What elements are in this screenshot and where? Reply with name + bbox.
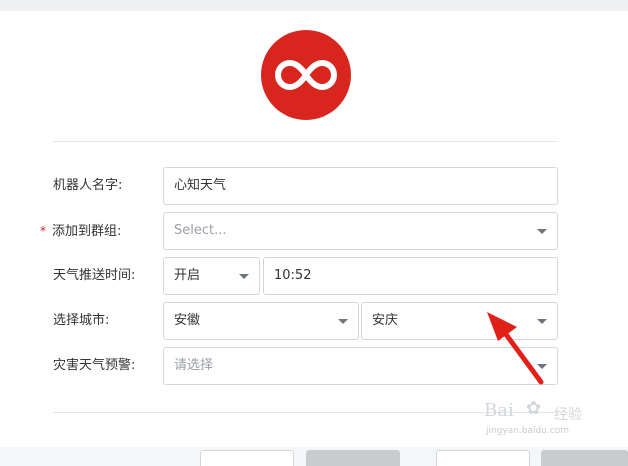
chevron-down-icon: [338, 319, 348, 324]
chevron-down-icon: [537, 364, 547, 369]
infinity-logo-icon: [261, 30, 351, 120]
province-select[interactable]: 安徽: [163, 302, 359, 340]
push-time-label: 天气推送时间:: [53, 268, 136, 283]
footer-button-4[interactable]: [541, 450, 628, 466]
push-time-input[interactable]: 10:52: [263, 257, 558, 295]
chevron-down-icon: [537, 319, 547, 324]
disaster-alert-label: 灾害天气预警:: [53, 358, 136, 373]
city-value: 安庆: [372, 313, 399, 328]
disaster-alert-select[interactable]: 请选择: [163, 347, 558, 385]
disaster-alert-placeholder: 请选择: [174, 358, 214, 373]
push-switch-value: 开启: [174, 268, 201, 283]
add-to-group-label: * 添加到群组:: [40, 221, 121, 241]
chevron-down-icon: [537, 229, 547, 234]
top-strip: [0, 0, 628, 11]
robot-name-label: 机器人名字:: [53, 178, 123, 193]
city-label: 选择城市:: [53, 313, 110, 328]
chevron-down-icon: [239, 274, 249, 279]
required-mark: *: [40, 224, 46, 238]
divider-top: [53, 141, 558, 142]
watermark-url: jingyan.baidu.com: [486, 426, 570, 436]
city-select[interactable]: 安庆: [361, 302, 558, 340]
divider-bottom: [53, 412, 558, 413]
group-select[interactable]: Select...: [163, 212, 558, 250]
province-value: 安徽: [174, 313, 201, 328]
group-select-placeholder: Select...: [174, 223, 227, 238]
watermark-brand: Bai: [484, 400, 514, 421]
footer-button-2[interactable]: [306, 450, 400, 466]
watermark: Bai ✿ 经验 jingyan.baidu.com: [484, 398, 604, 438]
add-to-group-label-text: 添加到群组:: [52, 224, 122, 239]
push-switch-select[interactable]: 开启: [163, 257, 260, 295]
footer-button-3[interactable]: [436, 450, 530, 466]
robot-name-input[interactable]: 心知天气: [163, 167, 558, 205]
watermark-brand-cn: 经验: [554, 407, 582, 423]
paw-icon: ✿: [526, 398, 542, 419]
footer-button-1[interactable]: [200, 450, 294, 466]
